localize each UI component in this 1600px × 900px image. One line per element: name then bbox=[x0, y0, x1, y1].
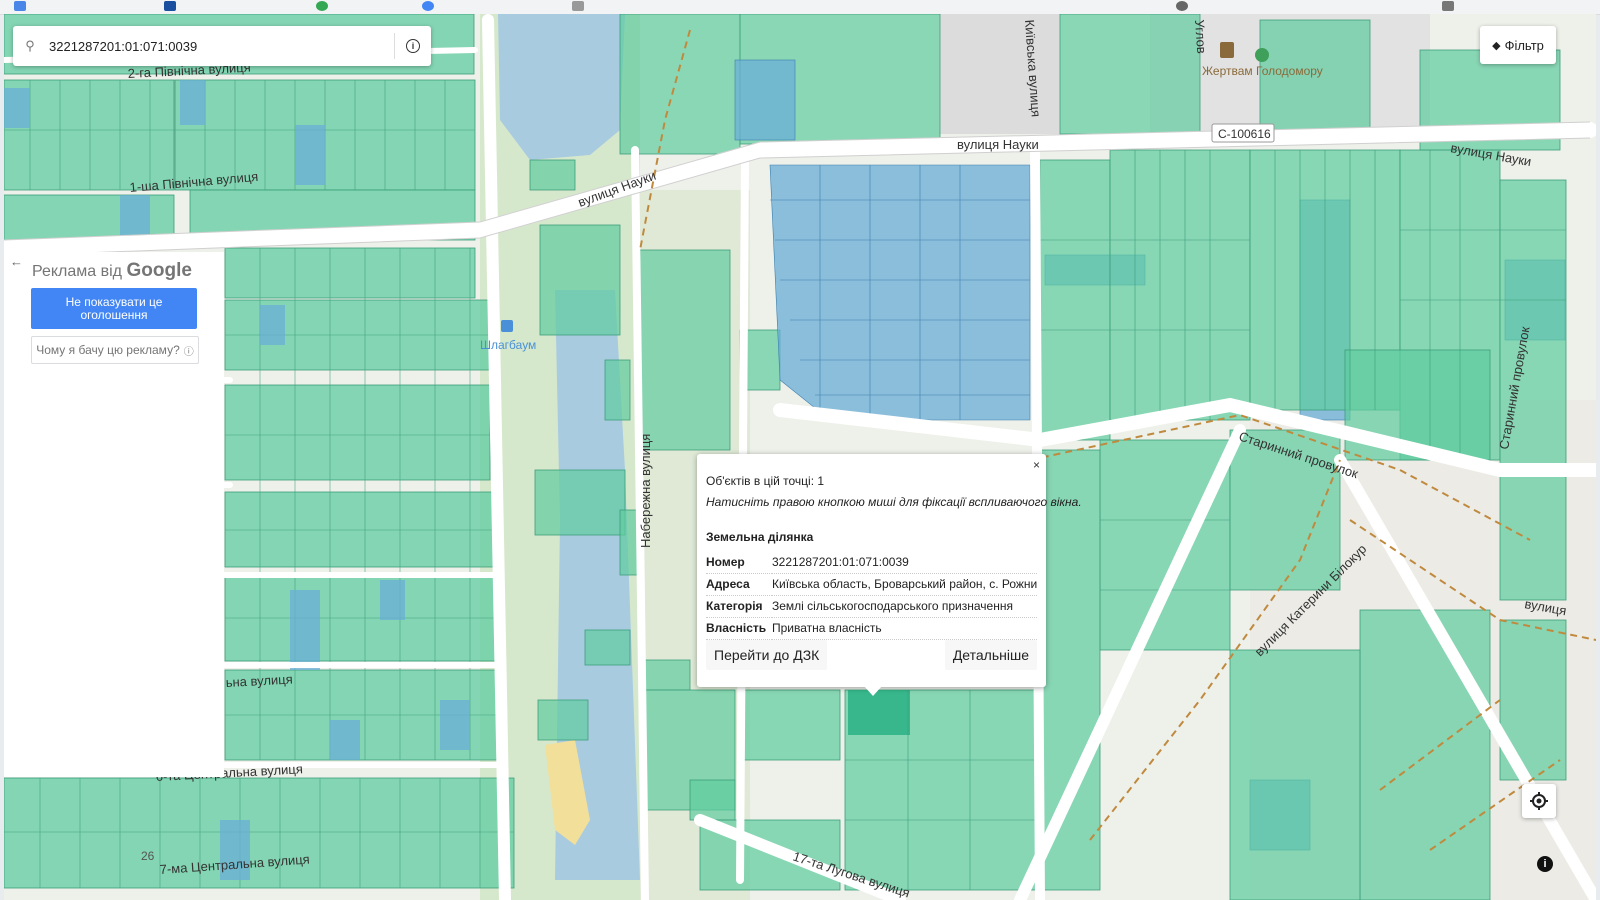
attr-value: Київська область, Броварський район, с. … bbox=[772, 573, 1038, 596]
map-label-street-nauky: вулиця Науки bbox=[957, 137, 1039, 152]
park-icon[interactable] bbox=[1255, 48, 1269, 62]
attr-key: Адреса bbox=[706, 573, 772, 596]
map-label-street: Набережна вулиця bbox=[638, 434, 653, 548]
popup-hint: Натисніть правою кнопкою миші для фіксац… bbox=[706, 495, 1082, 509]
poi-label-victims: Жертвам Голодомору bbox=[1202, 64, 1323, 78]
map-label-street: Углов bbox=[1192, 19, 1209, 54]
attr-value: 3221287201:01:071:0039 bbox=[772, 552, 1038, 574]
why-this-ad-button[interactable]: Чому я бачу цю рекламу? ⓘ bbox=[31, 336, 199, 364]
hide-ad-button[interactable]: Не показувати це оголошення bbox=[31, 288, 197, 329]
house-number-label: 26 bbox=[141, 849, 155, 863]
bookmark-icon[interactable] bbox=[1442, 1, 1454, 11]
bookmark-icon[interactable] bbox=[164, 1, 176, 11]
attribution-info-button[interactable]: i bbox=[1537, 856, 1553, 872]
filter-label: Фільтр bbox=[1504, 37, 1544, 53]
bookmark-icon[interactable] bbox=[14, 1, 26, 11]
bookmark-icon[interactable] bbox=[422, 1, 434, 11]
popup-pointer bbox=[864, 686, 882, 696]
back-arrow-icon[interactable]: ← bbox=[10, 254, 23, 269]
table-row: Категорія Землі сільськогосподарського пр… bbox=[706, 595, 1038, 618]
monument-icon[interactable] bbox=[1220, 42, 1234, 58]
browser-bookmarks-bar bbox=[0, 0, 1600, 15]
bookmark-icon[interactable] bbox=[316, 1, 328, 11]
ad-title-prefix: Реклама від bbox=[32, 263, 123, 280]
close-icon[interactable]: × bbox=[1033, 458, 1040, 472]
goto-dzk-button[interactable]: Перейти до ДЗК bbox=[706, 640, 828, 670]
popup-section-title: Земельна ділянка bbox=[706, 530, 814, 544]
attr-value: Приватна власність bbox=[772, 617, 1038, 640]
barrier-icon[interactable] bbox=[501, 320, 513, 332]
info-button[interactable]: i bbox=[395, 39, 431, 53]
ad-panel: ← Реклама від Google Не показувати це ог… bbox=[4, 252, 224, 777]
search-input[interactable] bbox=[47, 37, 394, 55]
poi-label-barrier: Шлагбаум bbox=[480, 338, 536, 352]
attr-value: Землі сільськогосподарського призначення bbox=[772, 595, 1038, 618]
info-icon: ⓘ bbox=[183, 346, 194, 358]
road-code-label: C-100616 bbox=[1218, 127, 1271, 141]
details-button[interactable]: Детальніше bbox=[944, 640, 1037, 670]
layers-icon: ◆ bbox=[1492, 39, 1501, 52]
why-this-ad-label: Чому я бачу цю рекламу? bbox=[36, 343, 180, 357]
search-icon: ⚲ bbox=[25, 38, 35, 53]
locate-me-button[interactable] bbox=[1522, 784, 1556, 818]
bookmark-icon[interactable] bbox=[1176, 1, 1188, 11]
ad-title: Реклама від Google bbox=[32, 260, 192, 282]
parcel-info-popup: × Об'єктів в цій точці: 1 Натисніть прав… bbox=[697, 454, 1082, 687]
table-row: Номер 3221287201:01:071:0039 bbox=[706, 552, 1038, 574]
table-row: Адреса Київська область, Броварський райо… bbox=[706, 573, 1038, 596]
filter-button[interactable]: ◆ Фільтр bbox=[1480, 26, 1556, 64]
search-bar[interactable]: ⚲ i bbox=[13, 26, 431, 66]
table-row: Власність Приватна власність bbox=[706, 617, 1038, 640]
bookmark-icon[interactable] bbox=[572, 1, 584, 11]
attr-key: Власність bbox=[706, 617, 772, 640]
attr-key: Номер bbox=[706, 552, 772, 574]
objects-count: Об'єктів в цій точці: 1 bbox=[706, 474, 825, 488]
attr-key: Категорія bbox=[706, 595, 772, 618]
parcel-attributes-table: Номер 3221287201:01:071:0039 Адреса Київсь… bbox=[706, 552, 1038, 640]
ad-title-brand: Google bbox=[126, 260, 192, 281]
info-icon: i bbox=[406, 39, 420, 53]
crosshair-icon bbox=[1530, 792, 1548, 810]
